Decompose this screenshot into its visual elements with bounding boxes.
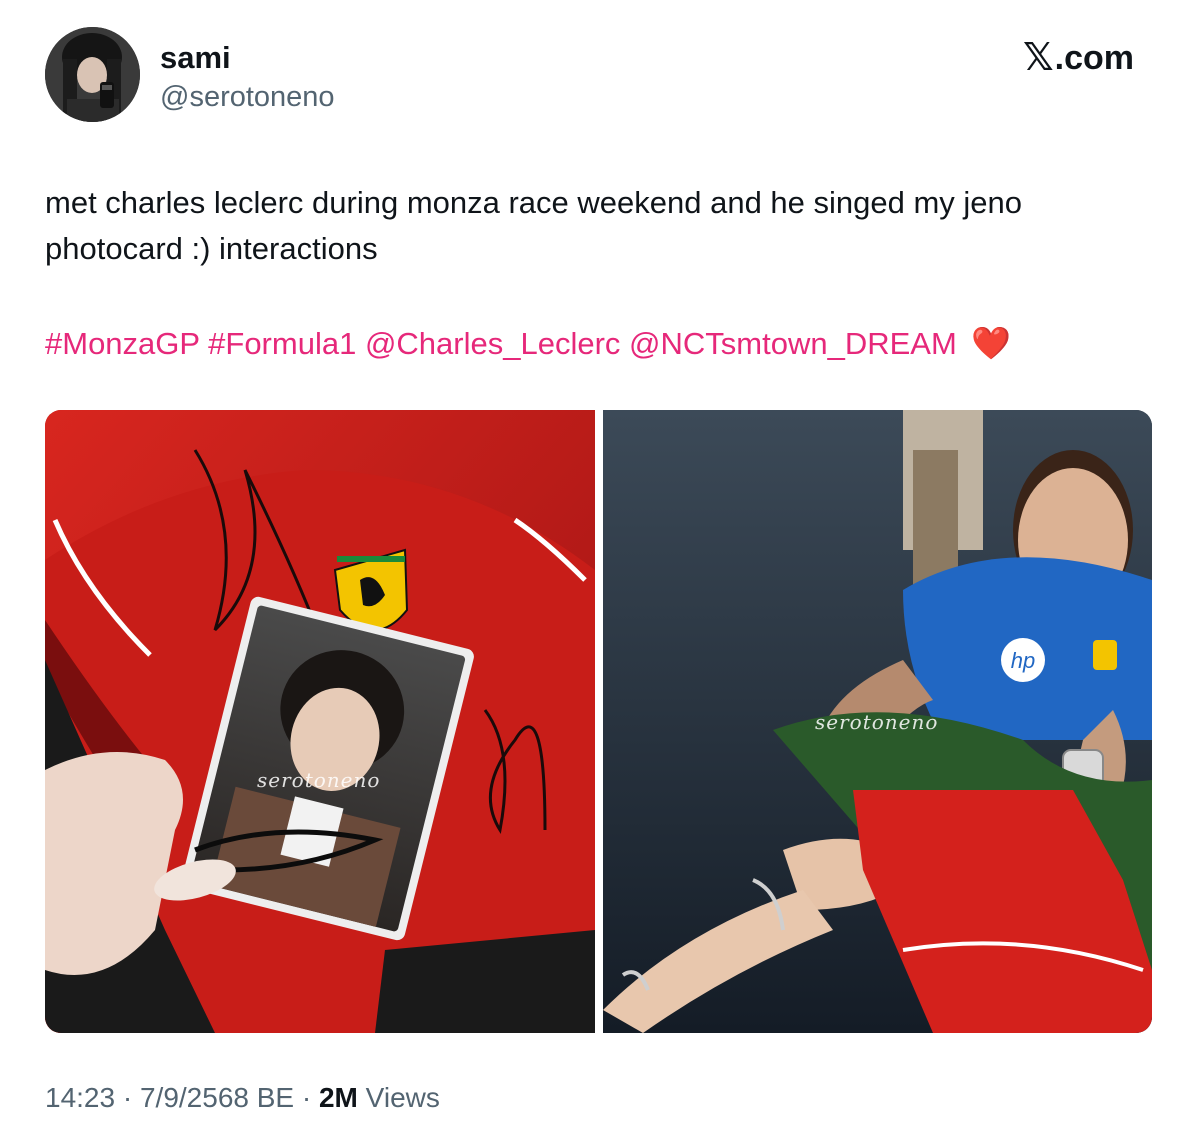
tweet-time[interactable]: 14:23 (45, 1082, 115, 1113)
hashtag-monzagp[interactable]: #MonzaGP (45, 326, 200, 361)
avatar-photo (45, 27, 140, 122)
mention-nctsmtown-dream[interactable]: @NCTsmtown_DREAM (629, 326, 957, 361)
views-count[interactable]: 2M (319, 1082, 358, 1113)
photo-watermark: serotoneno (257, 768, 381, 792)
photo-leclerc-signing[interactable]: hp serotoneno (603, 410, 1152, 1033)
photo-cap-illustration (45, 410, 595, 1033)
tweet-metadata: 14:23 · 7/9/2568 BE · 2M Views (45, 1080, 440, 1116)
tweet-date[interactable]: 7/9/2568 BE (140, 1082, 294, 1113)
photo-signed-cap-photocard[interactable]: serotoneno (45, 410, 595, 1033)
x-logo-icon: 𝕏 (1023, 37, 1054, 79)
tweet-text: met charles leclerc during monza race we… (45, 185, 1023, 266)
photo-watermark: serotoneno (815, 710, 939, 734)
x-com-brand: 𝕏 .com (1023, 38, 1134, 78)
meta-separator: · (122, 1082, 133, 1113)
author-handle[interactable]: @serotoneno (160, 80, 335, 114)
mention-charles-leclerc[interactable]: @Charles_Leclerc (365, 326, 620, 361)
author-display-name[interactable]: sami (160, 40, 231, 76)
views-label: Views (365, 1082, 440, 1113)
tweet-tags: #MonzaGP #Formula1 @Charles_Leclerc @NCT… (45, 320, 1011, 367)
svg-text:hp: hp (1011, 648, 1035, 673)
avatar[interactable] (45, 27, 140, 122)
tweet-media: serotoneno hp serotoneno (45, 410, 1152, 1033)
heart-emoji-icon: ❤️ (971, 325, 1012, 361)
meta-separator: · (301, 1082, 312, 1113)
brand-domain: .com (1054, 39, 1134, 77)
hashtag-formula1[interactable]: #Formula1 (208, 326, 356, 361)
